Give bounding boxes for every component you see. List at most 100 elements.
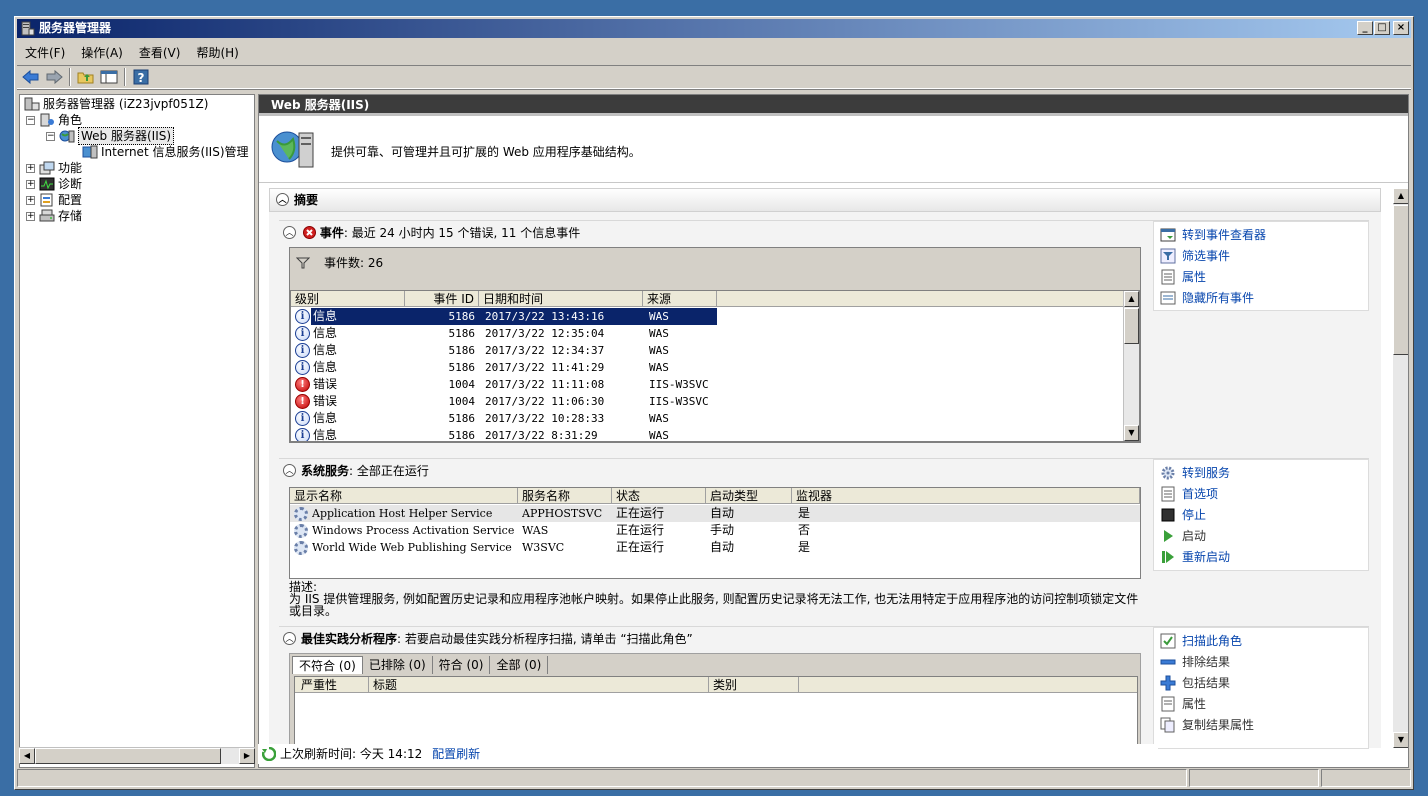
event-row[interactable]: ! 错误 1004 2017/3/22 11:06:30 IIS-W3SVC: [291, 393, 1125, 410]
configure-refresh-link[interactable]: 配置刷新: [432, 747, 480, 761]
col-source[interactable]: 来源: [643, 291, 717, 307]
refresh-icon[interactable]: [262, 747, 276, 761]
tree-item-features[interactable]: + 功能: [26, 160, 82, 176]
event-row[interactable]: i 信息 5186 2017/3/22 8:31:29 WAS: [291, 427, 1125, 441]
menu-view[interactable]: 查看(V): [139, 44, 181, 61]
scroll-thumb[interactable]: [1393, 205, 1408, 355]
filter-icon[interactable]: [296, 257, 310, 269]
collapse-summary-icon[interactable]: ︿: [276, 193, 289, 206]
menu-file[interactable]: 文件(F): [25, 44, 65, 61]
scroll-down-button[interactable]: ▼: [1393, 732, 1408, 748]
tree-item-storage[interactable]: + 存储: [26, 208, 82, 224]
col-title[interactable]: 标题: [369, 677, 709, 693]
scroll-left-button[interactable]: ◀: [19, 748, 35, 764]
collapse-services-icon[interactable]: ︿: [283, 464, 296, 477]
events-properties-link[interactable]: 属性: [1160, 268, 1206, 286]
scroll-up-button[interactable]: ▲: [1124, 291, 1139, 307]
goto-event-viewer-link[interactable]: 转到事件查看器: [1160, 226, 1266, 244]
title-bar[interactable]: 服务器管理器 _ □ ×: [17, 19, 1411, 38]
event-level: 信息: [313, 411, 338, 425]
scan-role-link[interactable]: 扫描此角色: [1160, 632, 1242, 650]
tree-item-diagnostics[interactable]: + 诊断: [26, 176, 82, 192]
col-monitor[interactable]: 监视器: [792, 488, 1140, 504]
services-actions: 转到服务 首选项 停止 启动 重新启动: [1153, 459, 1369, 571]
events-vertical-scrollbar[interactable]: ▲ ▼: [1123, 291, 1139, 441]
col-datetime[interactable]: 日期和时间: [479, 291, 643, 307]
col-display-name[interactable]: 显示名称: [290, 488, 518, 504]
service-row[interactable]: World Wide Web Publishing Service W3SVC 正在…: [290, 539, 1140, 556]
goto-services-link[interactable]: 转到服务: [1160, 464, 1230, 482]
expand-icon[interactable]: +: [26, 163, 35, 173]
bpa-properties-link[interactable]: 属性: [1160, 695, 1206, 713]
tab-excluded[interactable]: 已排除 (0): [363, 656, 433, 674]
scroll-down-button[interactable]: ▼: [1124, 425, 1139, 441]
forward-button[interactable]: [44, 67, 64, 87]
event-row[interactable]: i 信息 5186 2017/3/22 10:28:33 WAS: [291, 410, 1125, 427]
close-button[interactable]: ×: [1393, 21, 1409, 35]
hide-all-events-link[interactable]: 隐藏所有事件: [1160, 289, 1254, 307]
up-folder-button[interactable]: [76, 67, 96, 87]
filter-events-link[interactable]: 筛选事件: [1160, 247, 1230, 265]
info-icon: i: [295, 360, 310, 375]
event-row[interactable]: i 信息 5186 2017/3/22 12:35:04 WAS: [291, 325, 1125, 342]
collapse-icon[interactable]: −: [26, 115, 35, 125]
content-vertical-scrollbar[interactable]: ▲ ▼: [1393, 188, 1408, 748]
col-startup-type[interactable]: 启动类型: [706, 488, 792, 504]
col-level[interactable]: 级别: [291, 291, 405, 307]
start-service-link[interactable]: 启动: [1160, 527, 1206, 545]
summary-header[interactable]: ︿ 摘要: [269, 188, 1381, 212]
col-service-name[interactable]: 服务名称: [518, 488, 612, 504]
maximize-button[interactable]: □: [1374, 21, 1390, 35]
menu-help[interactable]: 帮助(H): [196, 44, 238, 61]
event-row[interactable]: i 信息 5186 2017/3/22 12:34:37 WAS: [291, 342, 1125, 359]
collapse-icon[interactable]: −: [46, 131, 55, 141]
service-description: 描述: 为 IIS 提供管理服务, 例如配置历史记录和应用程序池帐户映射。如果停…: [289, 581, 1149, 617]
tree-item-root[interactable]: 服务器管理器 (iZ23jvpf051Z): [24, 96, 208, 112]
back-button[interactable]: [21, 67, 41, 87]
help-button[interactable]: ?: [131, 67, 151, 87]
service-status: 正在运行: [616, 506, 665, 520]
expand-icon[interactable]: +: [26, 211, 35, 221]
event-source: WAS: [649, 344, 669, 357]
server-manager-window: 服务器管理器 _ □ × 文件(F) 操作(A) 查看(V) 帮助(H) ? 服…: [14, 16, 1414, 790]
expand-icon[interactable]: +: [26, 179, 35, 189]
tree-item-configuration[interactable]: + 配置: [26, 192, 82, 208]
exclude-result-link[interactable]: 排除结果: [1160, 653, 1230, 671]
scroll-thumb[interactable]: [35, 748, 221, 764]
copy-result-properties-link[interactable]: 复制结果属性: [1160, 716, 1254, 734]
minimize-button[interactable]: _: [1357, 21, 1373, 35]
tab-all[interactable]: 全部 (0): [490, 656, 549, 674]
service-row[interactable]: Application Host Helper Service APPHOSTSV…: [290, 505, 1140, 522]
tab-compliant[interactable]: 符合 (0): [433, 656, 491, 674]
tree-item-roles[interactable]: − 角色: [26, 112, 82, 128]
service-monitor: 否: [798, 523, 811, 537]
restart-service-link[interactable]: 重新启动: [1160, 548, 1230, 566]
expand-icon[interactable]: +: [26, 195, 35, 205]
show-hide-tree-button[interactable]: [99, 67, 119, 87]
scroll-thumb[interactable]: [1124, 308, 1139, 344]
bpa-actions: 扫描此角色 排除结果 包括结果 属性 复制结果属性: [1153, 627, 1369, 749]
menu-action[interactable]: 操作(A): [81, 44, 123, 61]
stop-service-link[interactable]: 停止: [1160, 506, 1206, 524]
collapse-events-icon[interactable]: ︿: [283, 226, 296, 239]
col-event-id[interactable]: 事件 ID: [405, 291, 479, 307]
include-result-link[interactable]: 包括结果: [1160, 674, 1230, 692]
service-row[interactable]: Windows Process Activation Service WAS 正在运…: [290, 522, 1140, 539]
tree-item-iis-manager[interactable]: Internet 信息服务(IIS)管理: [82, 144, 249, 160]
col-category[interactable]: 类别: [709, 677, 799, 693]
preferences-link[interactable]: 首选项: [1160, 485, 1218, 503]
tab-noncompliant[interactable]: 不符合 (0): [292, 656, 363, 674]
tree-horizontal-scrollbar[interactable]: ◀ ▶: [19, 747, 255, 764]
event-row[interactable]: i 信息 5186 2017/3/22 11:41:29 WAS: [291, 359, 1125, 376]
scroll-up-button[interactable]: ▲: [1393, 188, 1408, 204]
event-row[interactable]: ! 错误 1004 2017/3/22 11:11:08 IIS-W3SVC: [291, 376, 1125, 393]
collapse-bpa-icon[interactable]: ︿: [283, 632, 296, 645]
tree-item-web-server[interactable]: − Web 服务器(IIS): [46, 127, 175, 145]
col-status[interactable]: 状态: [612, 488, 706, 504]
scan-icon: [1160, 633, 1176, 649]
col-severity[interactable]: 严重性: [295, 677, 369, 693]
events-actions: 转到事件查看器 筛选事件 属性 隐藏所有事件: [1153, 221, 1369, 311]
event-row[interactable]: i 信息 5186 2017/3/22 13:43:16 WAS: [291, 308, 1125, 325]
service-startup: 自动: [710, 540, 735, 554]
scroll-right-button[interactable]: ▶: [239, 748, 255, 764]
